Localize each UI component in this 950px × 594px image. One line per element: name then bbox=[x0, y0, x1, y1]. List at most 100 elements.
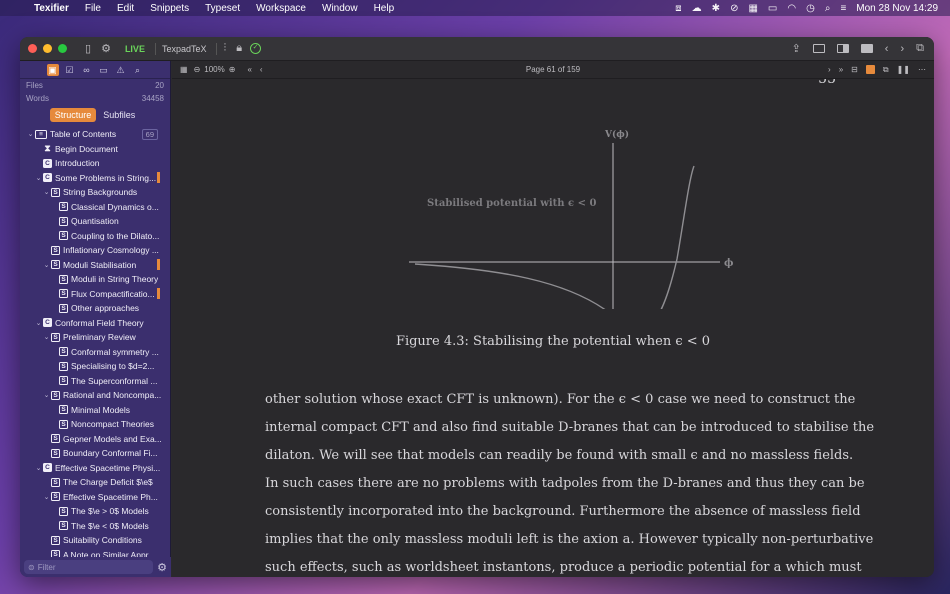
windows-icon[interactable]: ⧉ bbox=[883, 65, 889, 75]
disclosure-chevron-icon[interactable]: ⌄ bbox=[34, 464, 43, 472]
typeset-ok-icon[interactable]: ✓ bbox=[250, 43, 262, 54]
back-icon[interactable]: ‹ bbox=[885, 43, 889, 55]
zoom-out-icon[interactable]: ⊖ bbox=[194, 65, 201, 74]
clock-icon[interactable]: ◷ bbox=[806, 3, 815, 14]
sidebar-toggle-icon[interactable]: ▯ bbox=[85, 42, 91, 55]
search-icon[interactable]: ⌕ bbox=[825, 3, 831, 14]
menu-edit[interactable]: Edit bbox=[109, 3, 142, 14]
toc-item[interactable]: ⌄ S String Backgrounds bbox=[20, 185, 170, 200]
section-icon: S bbox=[59, 347, 68, 357]
disclosure-chevron-icon[interactable]: ⌄ bbox=[42, 493, 51, 501]
bluetooth-icon[interactable]: ✱ bbox=[712, 3, 720, 14]
filter-settings-gear-icon[interactable]: ⚙ bbox=[157, 561, 167, 574]
highlight-toggle-icon[interactable] bbox=[865, 65, 875, 74]
search-tab-icon[interactable]: ⌕ bbox=[132, 64, 144, 76]
flag-icon[interactable]: ▦ bbox=[748, 3, 757, 14]
layout-split-icon[interactable] bbox=[836, 44, 849, 53]
lock-icon[interactable]: 🔒︎ bbox=[236, 42, 242, 55]
toc-item[interactable]: S Minimal Models bbox=[20, 403, 170, 418]
toc-item[interactable]: S Inflationary Cosmology ... bbox=[20, 243, 170, 258]
toc-item[interactable]: S Coupling to the Dilato... bbox=[20, 229, 170, 244]
toc-item[interactable]: S Conformal symmetry ... bbox=[20, 345, 170, 360]
toc-item[interactable]: S Noncompact Theories bbox=[20, 417, 170, 432]
disclosure-chevron-icon[interactable]: ⌄ bbox=[42, 261, 51, 269]
toc-item[interactable]: ⌄ S Effective Spacetime Ph... bbox=[20, 490, 170, 505]
todo-tab-icon[interactable]: ☑ bbox=[64, 64, 76, 76]
toc-item[interactable]: S Moduli in String Theory bbox=[20, 272, 170, 287]
typeset-engine-label[interactable]: TexpadTeX bbox=[162, 44, 207, 54]
toc-item[interactable]: ⧗ Begin Document bbox=[20, 142, 170, 157]
toc-item[interactable]: S Quantisation bbox=[20, 214, 170, 229]
menu-file[interactable]: File bbox=[77, 3, 109, 14]
forward-icon[interactable]: › bbox=[900, 43, 904, 55]
previous-page-icon[interactable]: ‹ bbox=[260, 65, 263, 74]
toc-item[interactable]: S Other approaches bbox=[20, 301, 170, 316]
toc-item[interactable]: ⌄ C Conformal Field Theory bbox=[20, 316, 170, 331]
layout-preview-only-icon[interactable] bbox=[860, 44, 873, 53]
new-window-icon[interactable]: ⧉ bbox=[916, 42, 924, 55]
disclosure-chevron-icon[interactable]: ⌄ bbox=[34, 319, 43, 327]
last-page-icon[interactable]: » bbox=[839, 65, 843, 74]
toc-item[interactable]: ⌄ S Preliminary Review bbox=[20, 330, 170, 345]
pdf-preview: ▦ ⊖ 100% ⊕ « ‹ Page 61 of 159 › » ⊟ ⧉ ❚❚… bbox=[172, 61, 934, 577]
menu-workspace[interactable]: Workspace bbox=[248, 3, 314, 14]
next-page-icon[interactable]: › bbox=[828, 65, 831, 74]
toc-item[interactable]: ⌄ C Some Problems in String... bbox=[20, 171, 170, 186]
links-tab-icon[interactable]: ∞ bbox=[81, 64, 93, 76]
warnings-tab-icon[interactable]: ⚠ bbox=[115, 64, 127, 76]
menu-window[interactable]: Window bbox=[314, 3, 366, 14]
mute-icon[interactable]: ⊘ bbox=[730, 3, 738, 14]
close-window-button[interactable] bbox=[28, 44, 37, 53]
toc-item[interactable]: ⌄ ≡ Table of Contents 69 bbox=[20, 127, 170, 142]
disclosure-chevron-icon[interactable]: ⌄ bbox=[42, 188, 51, 196]
thumbnails-icon[interactable]: ▦ bbox=[180, 65, 188, 74]
wifi-icon[interactable]: ◠ bbox=[787, 3, 796, 14]
menubar-datetime[interactable]: Mon 28 Nov 14:29 bbox=[856, 3, 938, 14]
toc-item[interactable]: ⌄ S Rational and Noncompa... bbox=[20, 388, 170, 403]
files-tab-icon[interactable]: ▭ bbox=[98, 64, 110, 76]
sliders-icon[interactable]: ⫶ bbox=[223, 42, 226, 55]
toc-item[interactable]: S The Superconformal ... bbox=[20, 374, 170, 389]
zoom-level[interactable]: 100% bbox=[204, 65, 224, 74]
pause-icon[interactable]: ❚❚ bbox=[897, 65, 910, 74]
menu-app-name[interactable]: Texifier bbox=[26, 3, 77, 14]
control-center-icon[interactable]: ≡ bbox=[840, 3, 846, 14]
toc-item[interactable]: S The $\e < 0$ Models bbox=[20, 519, 170, 534]
toc-item[interactable]: S Gepner Models and Exa... bbox=[20, 432, 170, 447]
cloud-icon[interactable]: ☁ bbox=[692, 3, 702, 14]
more-options-icon[interactable]: ⋯ bbox=[918, 65, 926, 74]
disclosure-chevron-icon[interactable]: ⌄ bbox=[42, 391, 51, 399]
segment-structure[interactable]: Structure bbox=[49, 108, 97, 122]
toc-item[interactable]: S Boundary Conformal Fi... bbox=[20, 446, 170, 461]
toc-item[interactable]: S Suitability Conditions bbox=[20, 533, 170, 548]
segment-subfiles[interactable]: Subfiles bbox=[98, 108, 140, 122]
sync-icon[interactable]: ⊟ bbox=[851, 65, 858, 74]
toc-item[interactable]: ⌄ S Moduli Stabilisation bbox=[20, 258, 170, 273]
toc-item[interactable]: S Flux Compactificatio... bbox=[20, 287, 170, 302]
layout-editor-only-icon[interactable] bbox=[812, 44, 825, 53]
menu-snippets[interactable]: Snippets bbox=[142, 3, 197, 14]
share-icon[interactable]: ⇪ bbox=[792, 42, 801, 55]
toc-item[interactable]: ⌄ C Effective Spacetime Physi... bbox=[20, 461, 170, 476]
toc-item[interactable]: S Specialising to $d=2... bbox=[20, 359, 170, 374]
menu-typeset[interactable]: Typeset bbox=[197, 3, 248, 14]
battery-icon[interactable]: ▭ bbox=[768, 3, 777, 14]
toc-item[interactable]: S The Charge Deficit $\e$ bbox=[20, 475, 170, 490]
live-typeset-label[interactable]: LIVE bbox=[125, 44, 145, 54]
toc-item[interactable]: S Classical Dynamics o... bbox=[20, 200, 170, 215]
disclosure-chevron-icon[interactable]: ⌄ bbox=[34, 174, 43, 182]
minimize-window-button[interactable] bbox=[43, 44, 52, 53]
menu-help[interactable]: Help bbox=[366, 3, 403, 14]
first-page-icon[interactable]: « bbox=[247, 65, 251, 74]
section-icon: S bbox=[51, 535, 60, 545]
toc-item[interactable]: S The $\e > 0$ Models bbox=[20, 504, 170, 519]
dropbox-icon[interactable]: ⧈ bbox=[675, 3, 681, 14]
zoom-in-icon[interactable]: ⊕ bbox=[229, 65, 236, 74]
outline-tab-icon[interactable]: ▣ bbox=[46, 63, 59, 76]
gear-icon[interactable]: ⚙ bbox=[101, 42, 111, 55]
toc-item[interactable]: C Introduction bbox=[20, 156, 170, 171]
zoom-window-button[interactable] bbox=[58, 44, 67, 53]
filter-input[interactable]: ⊜ Filter bbox=[24, 560, 154, 574]
disclosure-chevron-icon[interactable]: ⌄ bbox=[42, 333, 51, 341]
disclosure-chevron-icon[interactable]: ⌄ bbox=[26, 130, 35, 138]
